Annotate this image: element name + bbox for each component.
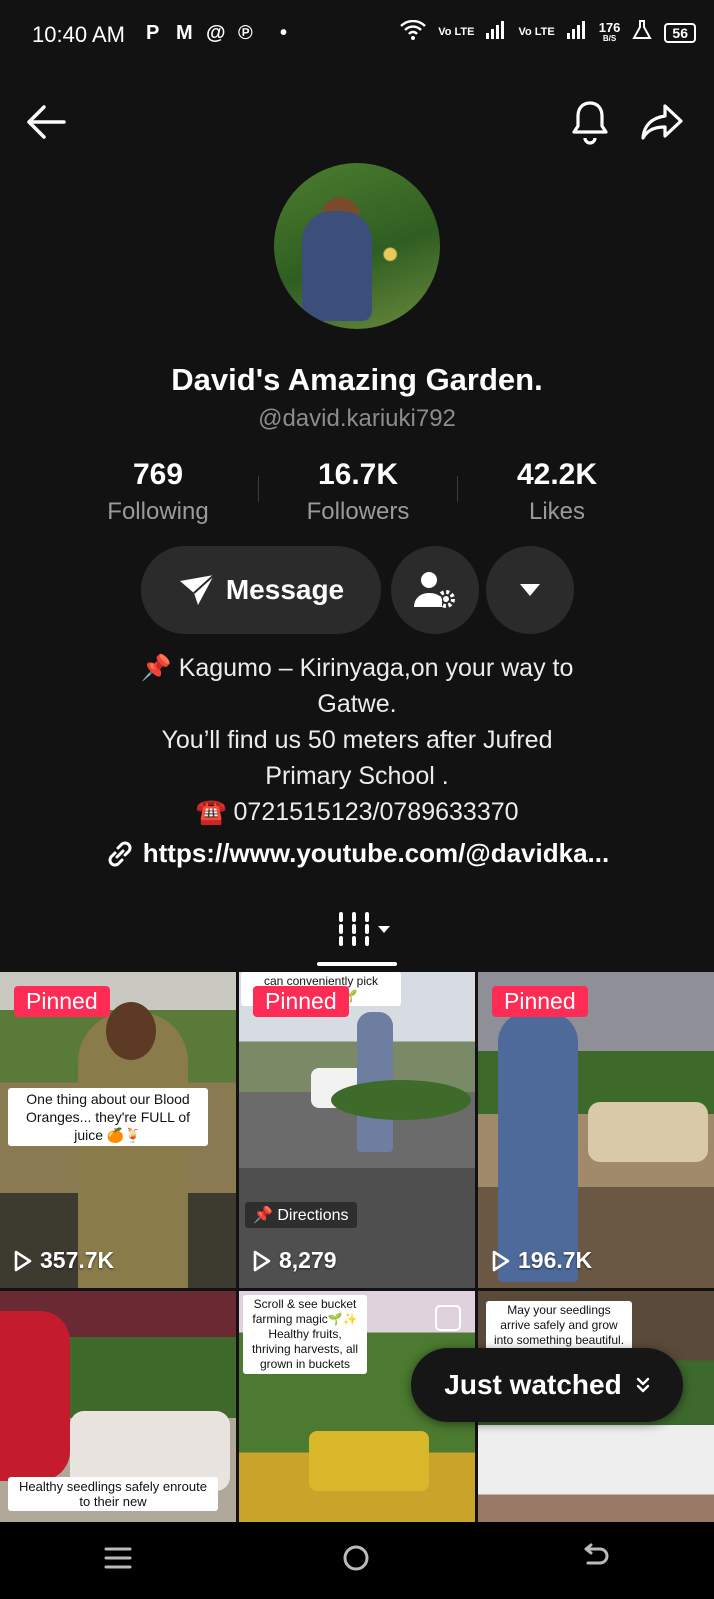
back-button[interactable] [18,94,74,150]
back-arrow-icon [584,1543,609,1565]
view-count: 196.7K [492,1247,592,1274]
message-label: Message [225,574,345,605]
stat-likes[interactable]: 42.2K Likes [457,458,657,526]
view-count: 357.7K [14,1247,114,1274]
status-time: 10:40 AM [32,22,125,47]
share-icon [641,104,683,140]
video-caption: One thing about our Blood Oranges... the… [8,1088,208,1146]
profile-link[interactable]: https://www.youtube.com/@davidka... [40,838,674,869]
bio-line: ☎️ 0721515123/0789633370 [195,798,519,826]
stat-value: 16.7K [317,458,399,491]
pinterest-icon: ℗ [238,22,253,44]
link-icon [108,841,132,866]
grid-icon [339,912,369,946]
profile-name: David's Amazing Garden. [171,362,543,397]
profile-bio: 📌 Kagumo – Kirinyaga,on your way to Gatw… [40,650,674,830]
thumbnail-object [0,1311,70,1481]
notifications-button[interactable] [562,94,618,150]
double-chevron-down-icon [636,1377,649,1393]
directions-label[interactable]: 📌 Directions [245,1202,357,1228]
bell-icon [572,101,608,145]
play-icon [14,1250,32,1271]
thumbnail-figure [498,1012,578,1282]
video-tile[interactable]: can conveniently pick y… …ings 🌱 Pinned … [239,972,475,1288]
flask-icon [632,20,653,45]
status-right: Vo LTE Vo LTE 176 B/S 56 [400,19,696,45]
signal-icon [486,21,506,44]
threads-icon: @ [206,22,226,44]
home-circle-icon [343,1545,369,1571]
thumbnail-bucket [309,1431,429,1491]
user-gear-icon [414,572,455,608]
battery-indicator: 56 [664,22,696,43]
carousel-icon [435,1305,461,1331]
caret-down-icon [378,925,390,933]
tab-indicator [317,962,397,966]
net-speed: 176 B/S [598,19,621,43]
stat-value: 769 [132,458,184,491]
stat-label: Likes [528,498,586,525]
caret-down-icon [520,584,540,596]
view-count: 8,279 [253,1247,337,1274]
home-button[interactable] [341,1543,371,1578]
video-caption: Healthy seedlings safely enroute to thei… [8,1477,218,1511]
menu-icon [104,1547,132,1569]
share-button[interactable] [634,94,690,150]
stat-following[interactable]: 769 Following [58,458,258,526]
pinned-badge: Pinned [253,986,349,1017]
video-caption: Scroll & see bucket farming magic🌱✨ Heal… [243,1295,367,1374]
thumbnail-plants [331,1080,471,1120]
network-label-2: Vo LTE [518,26,555,38]
system-nav-bar [0,1522,714,1599]
wifi-icon [400,19,427,45]
video-grid: Pinned One thing about our Blood Oranges… [0,972,714,1522]
signal-icon [566,21,587,44]
stat-followers[interactable]: 16.7K Followers [258,458,458,526]
avatar[interactable] [274,163,440,329]
videos-tab[interactable] [337,910,391,948]
just-watched-label: Just watched [444,1369,622,1400]
back-nav-button[interactable] [580,1543,610,1578]
dot-icon: • [280,22,288,44]
just-watched-button[interactable]: Just watched [411,1348,683,1422]
video-tile[interactable]: Pinned One thing about our Blood Oranges… [0,972,236,1288]
play-icon [492,1250,510,1271]
friend-settings-button[interactable] [391,546,479,634]
stat-label: Followers [306,498,410,525]
link-text: https://www.youtube.com/@davidka... [142,838,610,868]
send-icon [179,574,215,605]
thumbnail-sacks [588,1102,708,1162]
arrow-left-icon [27,105,66,139]
more-options-button[interactable] [486,546,574,634]
gmail-icon: M [176,22,193,44]
video-tile[interactable]: Pinned 196.7K [478,972,714,1288]
bio-line: Primary School . [265,762,449,790]
stat-label: Following [107,498,209,525]
pinned-badge: Pinned [492,986,588,1017]
video-tile[interactable]: Healthy seedlings safely enroute to thei… [0,1291,236,1522]
status-bar: 10:40 AM P M @ ℗ • Vo LTE Vo LTE 176 B/S… [0,0,714,72]
message-button[interactable]: Message [141,546,381,634]
recent-apps-button[interactable] [104,1544,132,1577]
bio-line: 📌 Kagumo – Kirinyaga,on your way to [140,654,574,682]
avatar-figure [302,211,372,321]
p-icon: P [146,22,160,44]
pinned-badge: Pinned [14,986,110,1017]
network-label-1: Vo LTE [438,26,475,38]
bio-line: Gatwe. [317,690,397,718]
stat-value: 42.2K [516,458,598,491]
bio-line: You’ll find us 50 meters after Jufred [161,726,553,754]
profile-handle: @david.kariuki792 [258,405,456,432]
thumbnail-head [106,1002,156,1060]
play-icon [253,1250,271,1271]
